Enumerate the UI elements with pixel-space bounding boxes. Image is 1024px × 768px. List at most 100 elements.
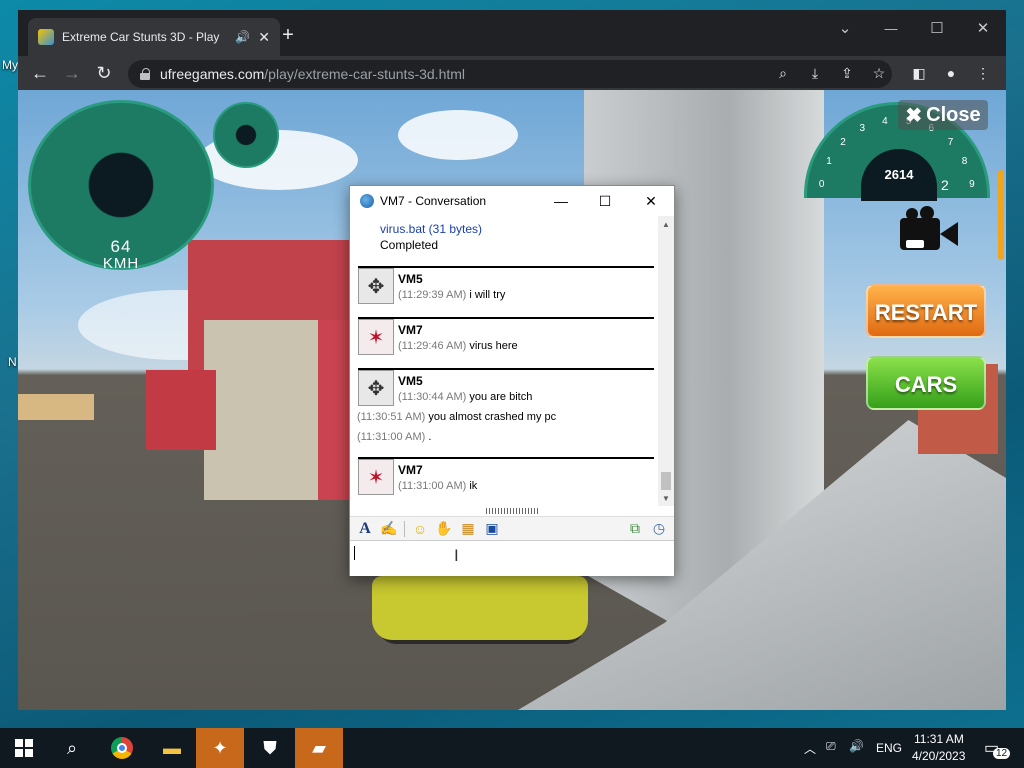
app-taskbar-icon[interactable]: ▰ <box>295 728 343 768</box>
tab-close-icon[interactable]: ✕ <box>258 29 270 46</box>
back-button[interactable]: ← <box>28 62 52 84</box>
close-icon: ✖ <box>905 104 923 127</box>
search-icon[interactable]: ⌕ <box>48 728 96 768</box>
page-scrollbar[interactable] <box>998 170 1004 260</box>
message-text: you are bitch <box>469 391 533 403</box>
conversation-maximize-button[interactable]: ☐ <box>582 186 628 216</box>
rpm-tick-label: 3 <box>859 123 866 135</box>
browser-tab[interactable]: Extreme Car Stunts 3D - Play 🔊 ✕ <box>28 18 280 56</box>
tab-search-button[interactable]: ⌄ <box>822 14 868 44</box>
message-separator <box>358 457 654 459</box>
sender-name: VM5 <box>398 374 423 388</box>
minimize-button[interactable]: — <box>868 14 914 44</box>
ibeam-cursor-icon: I <box>454 546 459 565</box>
taskbar: ⌕ ▬ ✦ ⛊ ▰ ︿ ⎚ 🔊 ENG 11:31 AM 4/20/2023 ▭… <box>0 728 1024 768</box>
font-icon[interactable]: A <box>356 520 374 538</box>
tab-bar: Extreme Car Stunts 3D - Play 🔊 ✕ + ⌄ — ☐… <box>18 10 1006 56</box>
timestamp: (11:29:39 AM) <box>398 289 467 301</box>
messenger-app-icon <box>360 194 374 208</box>
chrome-icon[interactable] <box>98 728 146 768</box>
speed-value: 64 <box>110 237 132 256</box>
file-transfer-status: Completed <box>380 238 439 252</box>
url-host: ufreegames.com <box>160 66 265 82</box>
avatar: ✶ <box>358 459 394 495</box>
close-label: Close <box>926 103 981 126</box>
restart-button[interactable]: RESTART <box>866 284 986 338</box>
save-icon[interactable]: ▣ <box>483 520 501 538</box>
timestamp: (11:31:00 AM) <box>398 480 467 492</box>
message-separator <box>358 317 654 319</box>
bookmark-star-icon[interactable]: ☆ <box>868 62 890 84</box>
lock-icon[interactable] <box>140 68 150 80</box>
timestamp: (11:31:00 AM) <box>357 431 426 443</box>
scroll-thumb[interactable] <box>661 472 671 490</box>
file-transfer-name[interactable]: virus.bat (31 bytes) <box>380 222 482 236</box>
cloud <box>398 110 518 160</box>
conversation-title: VM7 - Conversation <box>380 194 487 208</box>
install-icon[interactable]: ⤓ <box>804 62 826 84</box>
tray-chevron-icon[interactable]: ︿ <box>804 740 816 757</box>
messenger-taskbar-icon[interactable]: ✦ <box>196 728 244 768</box>
network-icon[interactable]: ⎚ <box>826 739 836 754</box>
camera-icon[interactable] <box>900 206 958 254</box>
mini-gauge <box>213 102 279 168</box>
conversation-scrollbar[interactable]: ▲ ▼ <box>658 216 674 506</box>
conversation-close-button[interactable]: ✕ <box>628 186 674 216</box>
security-shield-icon[interactable]: ⛊ <box>246 728 294 768</box>
shipping-container <box>146 370 216 450</box>
file-explorer-icon[interactable]: ▬ <box>148 728 196 768</box>
message-input[interactable] <box>350 540 674 576</box>
rpm-tick-label: 9 <box>969 179 975 191</box>
message-text: you almost crashed my pc <box>428 411 557 423</box>
menu-kebab-icon[interactable]: ⋮ <box>972 62 994 84</box>
resize-grip[interactable] <box>486 508 540 514</box>
history-icon[interactable]: ◷ <box>650 520 668 538</box>
conversation-history[interactable]: virus.bat (31 bytes) Completed ✥ VM5 (11… <box>352 216 658 516</box>
windows-logo-icon <box>15 739 33 757</box>
rpm-tick-label: 0 <box>818 179 825 191</box>
speaker-icon[interactable]: 🔊 <box>235 30 250 44</box>
close-window-button[interactable]: ✕ <box>960 14 1006 44</box>
maximize-button[interactable]: ☐ <box>914 14 960 44</box>
scroll-up-arrow-icon[interactable]: ▲ <box>658 218 674 232</box>
share-icon[interactable]: ⇪ <box>836 62 858 84</box>
clock-date[interactable]: 4/20/2023 <box>912 749 965 763</box>
text-color-icon[interactable]: ✍ <box>380 520 398 538</box>
message-separator <box>358 368 654 370</box>
message-text: ik <box>469 480 478 492</box>
forward-button[interactable]: → <box>60 62 84 84</box>
game-favicon-icon <box>38 29 54 45</box>
notification-badge: 12 <box>993 748 1011 759</box>
message-text: virus here <box>469 340 518 352</box>
desktop-icon-label[interactable]: My <box>2 58 18 72</box>
side-panel-icon[interactable]: ◧ <box>908 62 930 84</box>
scroll-down-arrow-icon[interactable]: ▼ <box>658 492 674 506</box>
conversation-minimize-button[interactable]: — <box>538 186 584 216</box>
volume-icon[interactable]: 🔊 <box>849 739 864 753</box>
new-tab-button[interactable]: + <box>276 24 300 47</box>
game-close-button[interactable]: ✖ Close <box>898 100 988 130</box>
share-screen-icon[interactable]: ⧉ <box>626 520 644 538</box>
clock-time[interactable]: 11:31 AM <box>914 732 964 746</box>
reload-button[interactable]: ↻ <box>92 62 116 84</box>
tab-title: Extreme Car Stunts 3D - Play <box>62 30 220 44</box>
desktop-icon-label[interactable]: N <box>8 355 17 369</box>
sender-name: VM7 <box>398 463 423 477</box>
send-file-icon[interactable]: ▦ <box>459 520 477 538</box>
avatar: ✥ <box>358 268 394 304</box>
conversation-window: VM7 - Conversation — ☐ ✕ virus.bat (31 b… <box>349 185 675 576</box>
shipping-container <box>18 394 94 420</box>
profile-icon[interactable]: ● <box>940 62 962 84</box>
cars-button[interactable]: CARS <box>866 356 986 410</box>
message-text: . <box>428 431 432 443</box>
start-button[interactable] <box>0 728 48 768</box>
nudge-icon[interactable]: ✋ <box>435 520 453 538</box>
rpm-tick-label: 2 <box>840 137 846 149</box>
sender-name: VM5 <box>398 272 423 286</box>
search-icon[interactable]: ⌕ <box>772 62 794 84</box>
timestamp: (11:29:46 AM) <box>398 340 467 352</box>
gear-indicator: 2 <box>941 177 949 193</box>
emoticon-icon[interactable]: ☺ <box>411 520 429 538</box>
timestamp: (11:30:44 AM) <box>398 391 467 403</box>
language-indicator[interactable]: ENG <box>876 741 902 755</box>
